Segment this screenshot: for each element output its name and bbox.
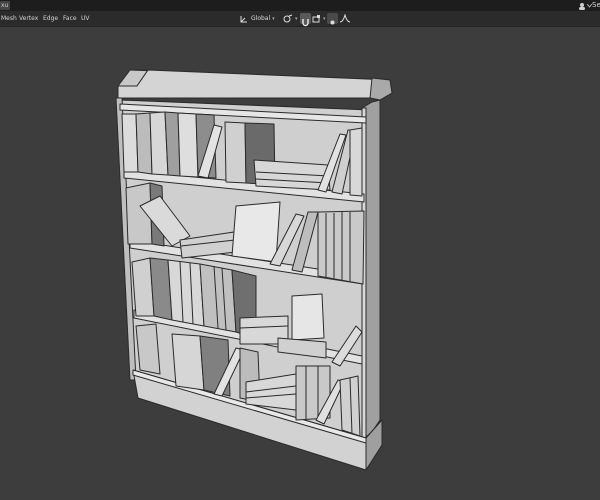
menu-vertex[interactable]: Vertex — [18, 11, 39, 26]
orientation-label: Global — [251, 15, 271, 22]
falloff-curve-icon — [340, 14, 350, 23]
snap-target-icon — [312, 14, 320, 22]
standing-book — [231, 201, 281, 263]
user-icon[interactable] — [578, 2, 586, 10]
transform-orientation-icon — [240, 15, 247, 22]
bookshelf-model — [115, 69, 393, 471]
proportional-edit-toggle[interactable] — [327, 13, 338, 25]
snap-toggle[interactable] — [300, 13, 311, 27]
chevron-down-icon: ▾ — [295, 15, 298, 22]
pivot-point-dropdown[interactable]: ▾ — [283, 13, 298, 24]
3d-viewport[interactable] — [0, 27, 600, 500]
transform-orientation-dropdown[interactable]: Global ▾ — [240, 13, 275, 24]
mode-label: xu — [1, 2, 9, 9]
top-bar: xu Se — [0, 0, 600, 11]
chevron-down-icon: ▾ — [272, 15, 275, 22]
falloff-dropdown[interactable] — [340, 13, 350, 24]
menu-uv[interactable]: UV — [80, 11, 91, 26]
top-right-label[interactable]: Se — [592, 0, 600, 11]
pivot-icon — [283, 14, 293, 23]
viewport-header: Mesh Vertex Edge Face UV Global ▾ ▾ ▾ — [0, 11, 600, 27]
menu-mesh[interactable]: Mesh — [0, 11, 18, 26]
chevron-down-icon: ▾ — [323, 15, 326, 22]
menu-edge[interactable]: Edge — [42, 11, 59, 26]
menu-face[interactable]: Face — [62, 11, 78, 26]
crown-right-cap — [369, 77, 393, 101]
crown-front — [117, 69, 391, 101]
snap-target-dropdown[interactable]: ▾ — [312, 13, 326, 24]
